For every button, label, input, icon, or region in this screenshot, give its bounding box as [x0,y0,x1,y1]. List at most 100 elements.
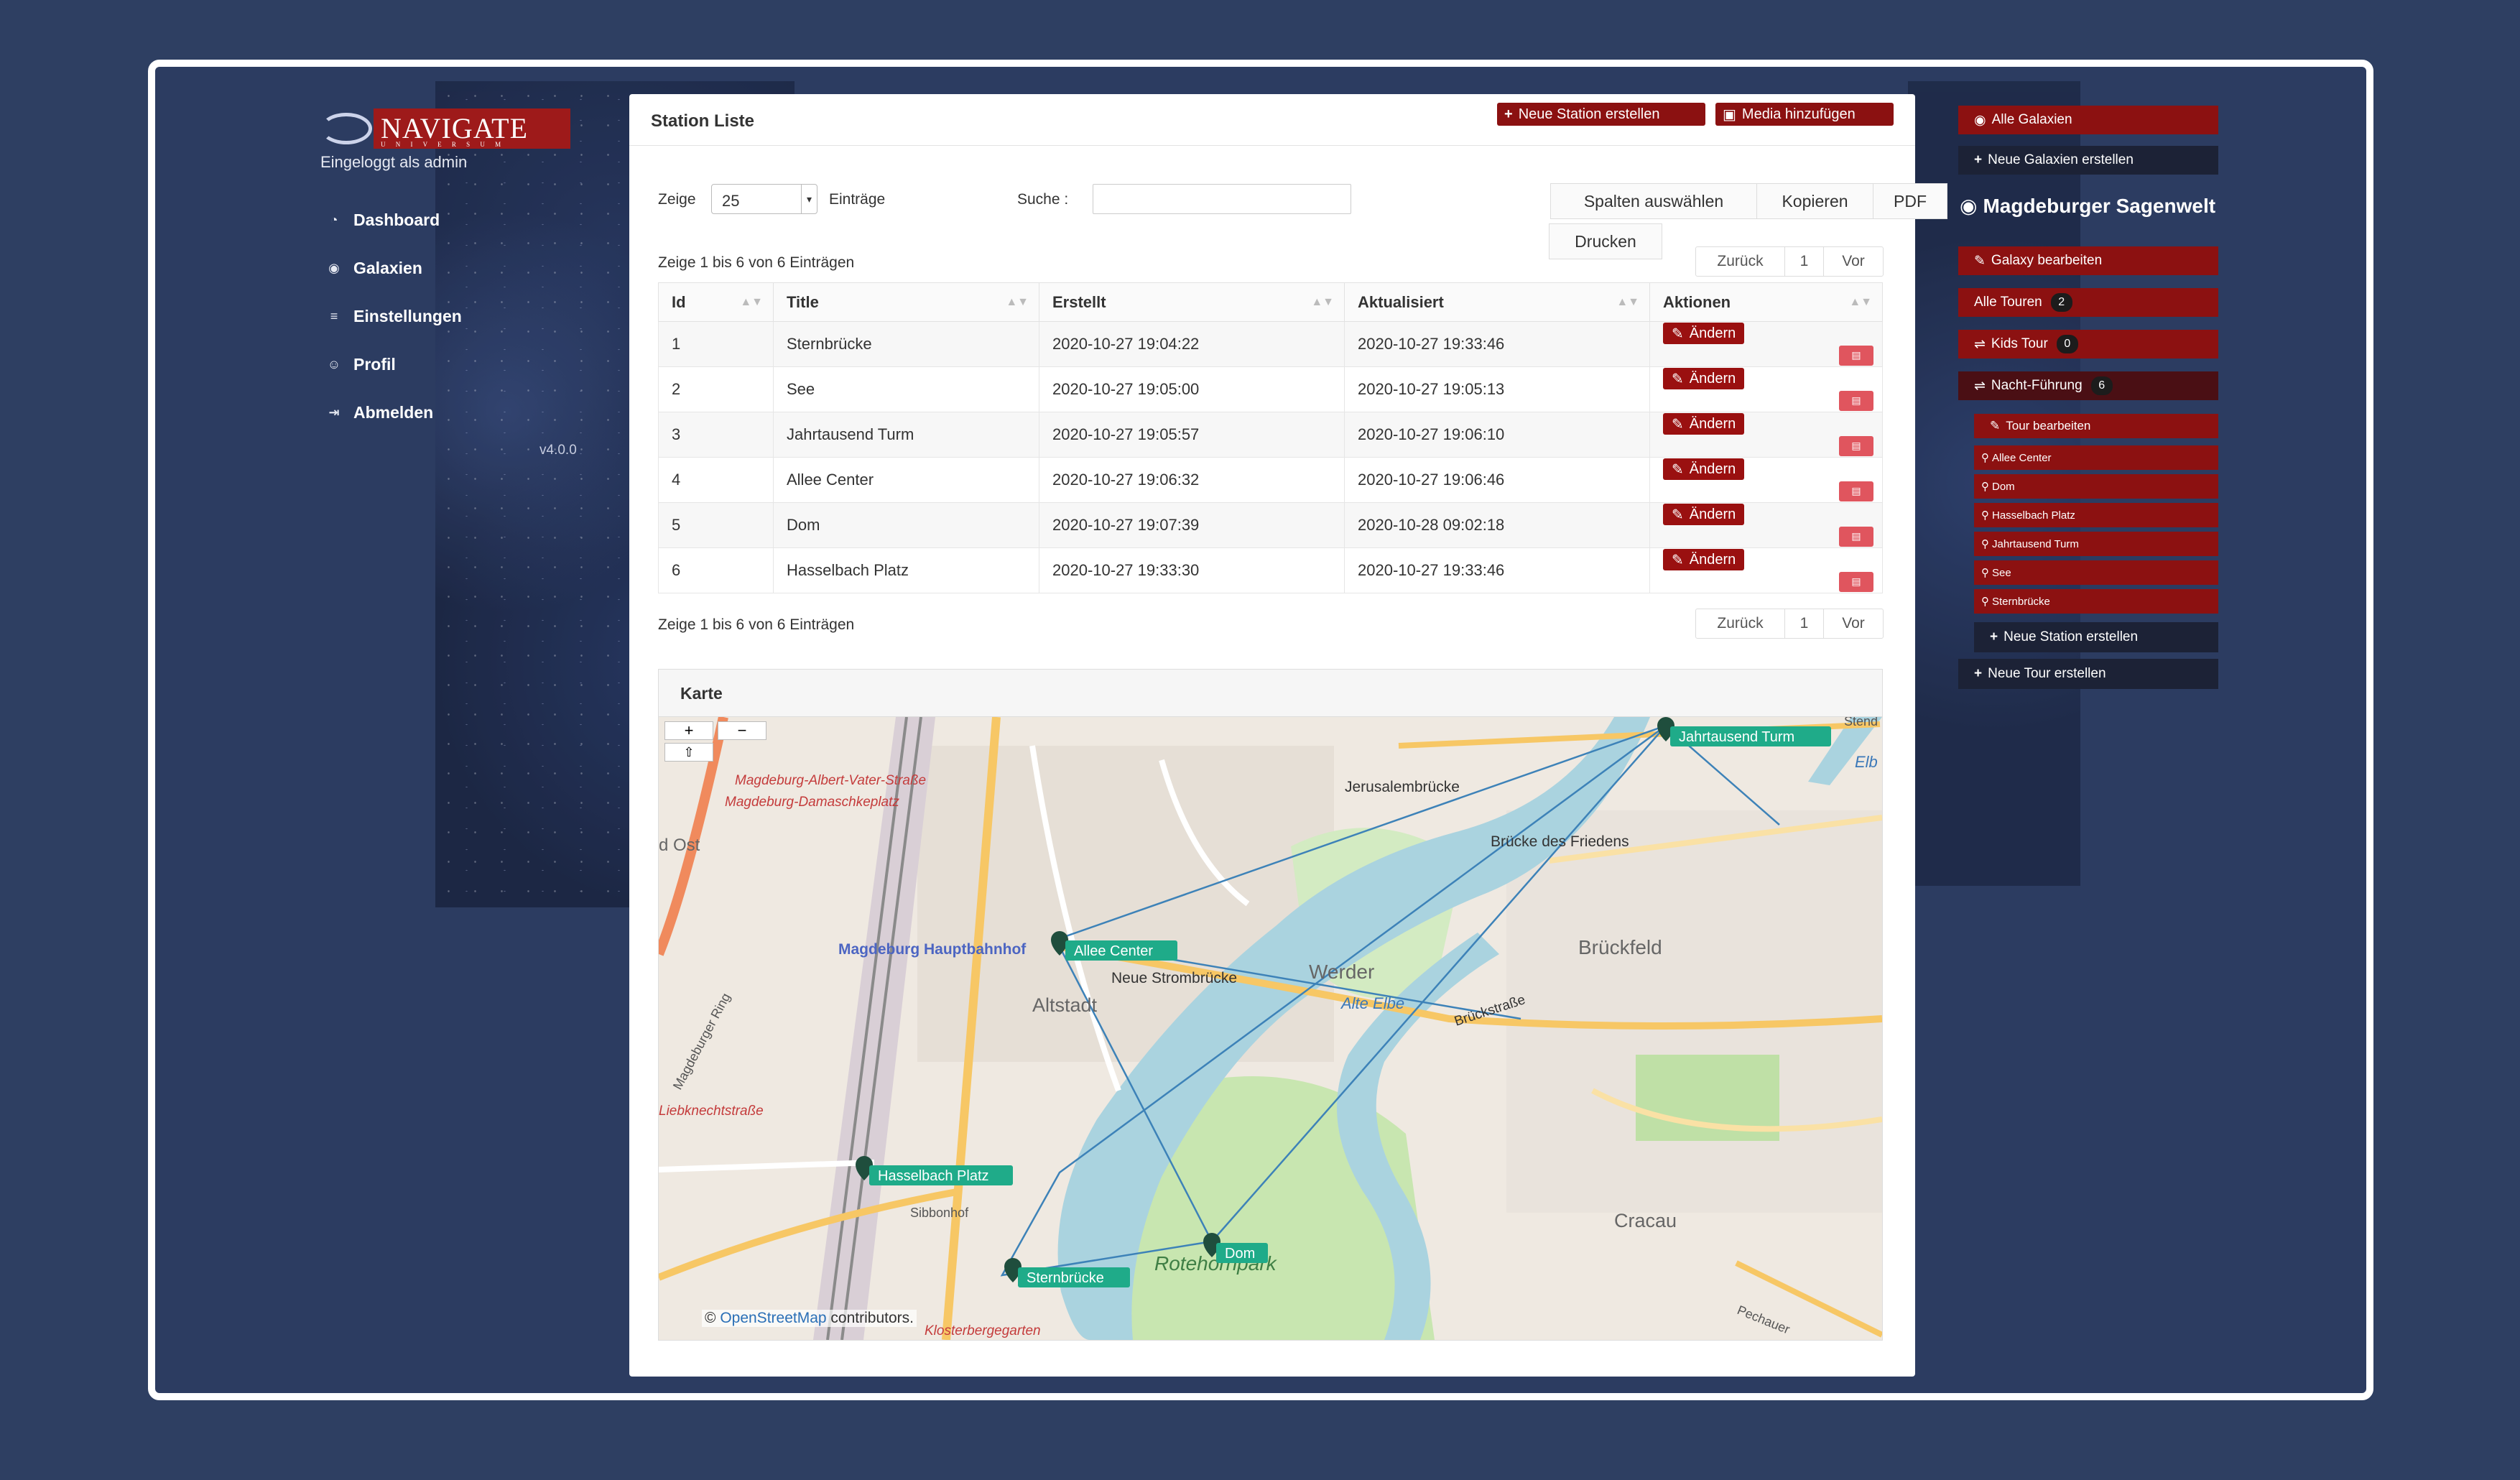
tour-station-see[interactable]: ⚲ See [1974,560,2218,585]
cell-id: 2 [658,366,774,412]
trash-icon: ▤ [1851,349,1861,361]
tour-station-sternbruecke[interactable]: ⚲ Sternbrücke [1974,589,2218,614]
sort-icon: ▲▼ [1311,296,1334,308]
tour-station-hasselbach-platz[interactable]: ⚲ Hasselbach Platz [1974,503,2218,527]
brand-plate: NAVIGATE U N I V E R S U M [374,108,570,149]
brand-subtitle: U N I V E R S U M [381,141,506,148]
cell-created: 2020-10-27 19:06:32 [1039,457,1345,503]
pagination-top: Zurück 1 Vor [1695,246,1884,277]
map-canvas[interactable]: Magdeburg-Albert-Vater-Straße Magdeburg-… [659,717,1882,1340]
all-tours-button[interactable]: Alle Touren 2 [1958,288,2218,317]
next-button[interactable]: Vor [1824,609,1883,638]
trash-icon: ▤ [1851,394,1861,407]
route-icon: ⇌ [1974,336,1986,352]
database-icon: ≡ [330,308,338,323]
add-media-button[interactable]: ▣ Media hinzufügen [1715,103,1894,126]
entries-select[interactable]: 25 ▾ [711,184,817,214]
table-row: 6 Hasselbach Platz 2020-10-27 19:33:30 2… [658,547,1883,593]
kids-tour-button[interactable]: ⇌ Kids Tour 0 [1958,330,2218,359]
delete-button[interactable]: ▤ [1839,481,1873,501]
column-header-actions[interactable]: Aktionen ▲▼ [1649,282,1883,322]
cell-actions: ✎ Ändern ▤ [1649,366,1883,412]
prev-button[interactable]: Zurück [1696,247,1785,276]
pencil-icon: ✎ [1672,507,1684,523]
tour-count-badge: 2 [2050,293,2072,312]
map-label-cracau: Cracau [1614,1210,1677,1231]
delete-button[interactable]: ▤ [1839,345,1873,366]
page-1-button[interactable]: 1 [1785,609,1824,638]
map-card-title: Karte [659,670,1882,717]
new-tour-button[interactable]: + Neue Tour erstellen [1958,659,2218,689]
map-label-stendal: Stend [1844,717,1878,729]
map-home-button[interactable]: ⇧ [664,743,713,762]
map-label-sibbo: Sibbonhof [910,1206,969,1220]
eye-icon: ◉ [1960,195,1978,217]
print-button[interactable]: Drucken [1549,223,1662,259]
pagination-bottom: Zurück 1 Vor [1695,609,1884,639]
cell-created: 2020-10-27 19:07:39 [1039,502,1345,548]
edit-button[interactable]: ✎ Ändern [1663,323,1745,345]
sidebar-item-einstellungen[interactable]: ≡ Einstellungen [326,305,462,327]
station-count-badge: 0 [2056,335,2078,353]
edit-button[interactable]: ✎ Ändern [1663,549,1745,571]
map-view[interactable]: Magdeburg-Albert-Vater-Straße Magdeburg-… [659,717,1882,1340]
zoom-out-button[interactable]: − [718,721,766,740]
zoom-in-button[interactable]: + [664,721,713,740]
delete-button[interactable]: ▤ [1839,390,1873,411]
page-1-button[interactable]: 1 [1785,247,1824,276]
tour-station-dom[interactable]: ⚲ Dom [1974,474,2218,499]
map-label-elb: Elb [1855,753,1878,771]
cell-title: Allee Center [773,457,1039,503]
tour-station-jahrtausend-turm[interactable]: ⚲ Jahrtausend Turm [1974,532,2218,556]
search-input[interactable] [1093,184,1351,214]
trash-icon: ▤ [1851,485,1861,497]
new-station-button[interactable]: + Neue Station erstellen [1497,103,1705,126]
cell-title: Dom [773,502,1039,548]
all-galaxies-button[interactable]: ◉ Alle Galaxien [1958,106,2218,134]
map-label-ost: d Ost [659,836,700,855]
edit-button[interactable]: ✎ Ändern [1663,458,1745,481]
pdf-button[interactable]: PDF [1873,183,1947,219]
map-marker-label: Sternbrücke [1027,1270,1104,1286]
column-header-title[interactable]: Title ▲▼ [773,282,1039,322]
cell-title: Sternbrücke [773,321,1039,367]
sidebar-item-galaxien[interactable]: ◉ Galaxien [326,257,462,279]
edit-button[interactable]: ✎ Ändern [1663,413,1745,435]
station-list-panel: Station Liste + Neue Station erstellen ▣… [629,94,1947,1377]
new-tour-station-button[interactable]: + Neue Station erstellen [1974,622,2218,652]
edit-galaxy-button[interactable]: ✎ Galaxy bearbeiten [1958,246,2218,275]
columns-button[interactable]: Spalten auswählen [1550,183,1757,219]
delete-button[interactable]: ▤ [1839,526,1873,547]
show-label: Zeige [658,191,696,208]
delete-button[interactable]: ▤ [1839,571,1873,592]
column-header-updated[interactable]: Aktualisiert ▲▼ [1344,282,1650,322]
edit-tour-button[interactable]: ✎ Tour bearbeiten [1974,414,2218,438]
delete-button[interactable]: ▤ [1839,435,1873,456]
new-galaxy-button[interactable]: + Neue Galaxien erstellen [1958,146,2218,175]
edit-button[interactable]: ✎ Ändern [1663,368,1745,390]
cell-created: 2020-10-27 19:05:00 [1039,366,1345,412]
plus-icon: + [1504,106,1513,122]
column-header-created[interactable]: Erstellt ▲▼ [1039,282,1345,322]
panel-header: Station Liste + Neue Station erstellen ▣… [629,94,1915,146]
pencil-icon: ✎ [1672,325,1684,342]
plus-icon: + [1974,666,1983,681]
tour-station-allee-center[interactable]: ⚲ Allee Center [1974,445,2218,470]
next-button[interactable]: Vor [1824,247,1883,276]
prev-button[interactable]: Zurück [1696,609,1785,638]
brand-name: NAVIGATE [381,112,529,144]
brand-logo[interactable]: NAVIGATE U N I V E R S U M [320,108,572,149]
column-header-id[interactable]: Id ▲▼ [658,282,774,322]
sidebar-item-profil[interactable]: ☺ Profil [326,353,462,375]
search-label: Suche : [1017,191,1069,208]
map-marker-icon: ⚲ [1981,452,1989,464]
map-marker-label: Dom [1225,1246,1255,1262]
sidebar-item-abmelden[interactable]: ⇥ Abmelden [326,402,462,423]
sidebar-item-dashboard[interactable]: ◔ Dashboard [326,209,462,231]
osm-link[interactable]: OpenStreetMap [720,1310,826,1326]
sidebar-item-label: Einstellungen [353,306,462,325]
edit-button[interactable]: ✎ Ändern [1663,504,1745,526]
image-icon: ▣ [1723,106,1736,123]
copy-button[interactable]: Kopieren [1756,183,1873,219]
night-tour-button[interactable]: ⇌ Nacht-Führung 6 [1958,371,2218,400]
